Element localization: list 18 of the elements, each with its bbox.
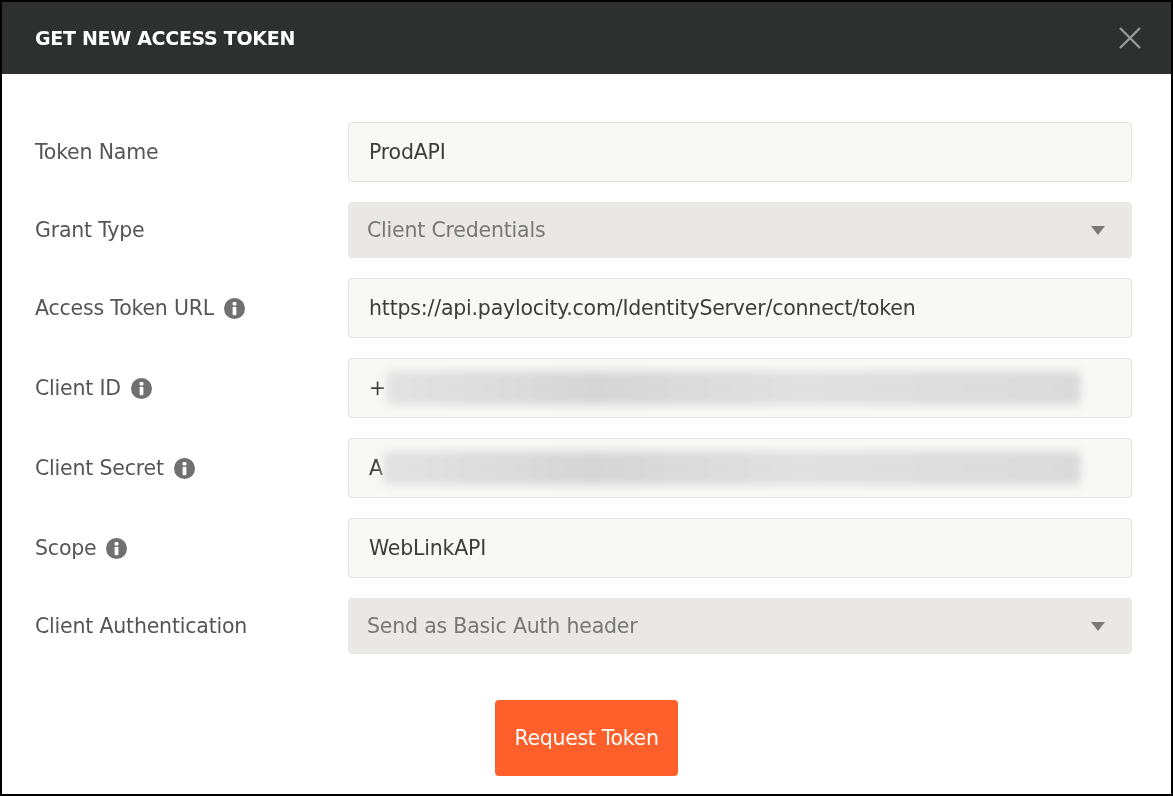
dialog-title: GET NEW ACCESS TOKEN [35,27,296,49]
text-input[interactable]: WebLinkAPI [348,518,1132,578]
field-label: Scope [35,536,97,560]
text-input[interactable]: + [348,358,1132,418]
field-label: Client ID [35,376,121,400]
field-label: Access Token URL [35,296,214,320]
field-label: Client Authentication [35,614,248,638]
caret-icon [1091,225,1105,235]
text-input[interactable]: ProdAPI [348,122,1132,182]
dropdown[interactable]: Send as Basic Auth header [348,598,1132,654]
field-label: Client Secret [35,456,164,480]
caret-icon [1091,621,1105,631]
field-label: Grant Type [35,218,145,242]
text-input[interactable]: https://api.paylocity.com/IdentityServer/connect/token [348,278,1132,338]
dropdown[interactable]: Client Credentials [348,202,1132,258]
close-icon [1119,27,1141,49]
field-label: Token Name [35,140,159,164]
text-input[interactable]: A [348,438,1132,498]
